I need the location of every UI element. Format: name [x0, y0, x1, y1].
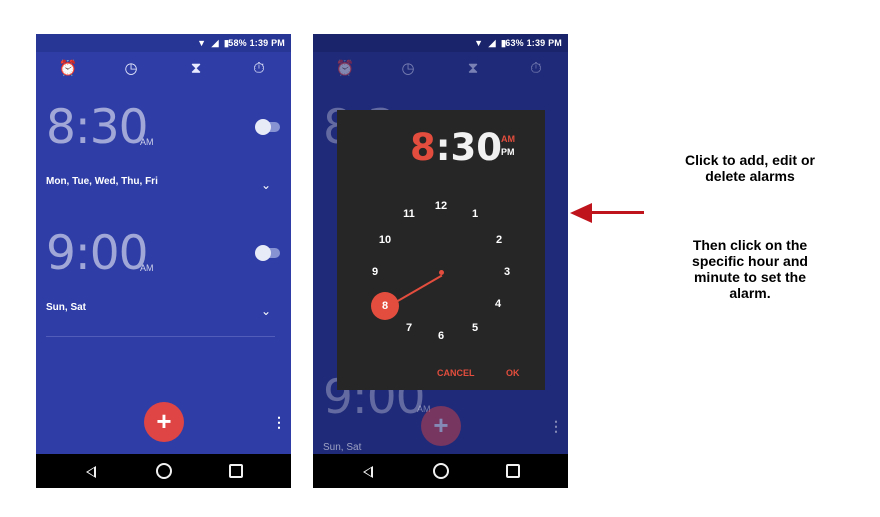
dial-number-3[interactable]: 3: [497, 266, 517, 278]
divider: [46, 336, 275, 337]
alarm-days-1: Mon, Tue, Wed, Thu, Fri: [46, 176, 158, 187]
am-toggle[interactable]: AM: [501, 134, 515, 144]
stopwatch-icon[interactable]: ⏱: [247, 58, 271, 80]
cancel-button[interactable]: CANCEL: [437, 368, 475, 378]
annotation-line: minute to set the: [693, 269, 806, 285]
chevron-down-icon[interactable]: ⌄: [261, 178, 271, 192]
annotation-line: specific hour and: [692, 253, 808, 269]
dial-number-11[interactable]: 11: [399, 208, 419, 220]
phone-screen-time-picker: ▼ ◢ ▮ 63% 1:39 PM ⏰ ◷ ⧗ ⏱ 8:3 9:00 AM Su…: [313, 34, 568, 488]
red-arrow-line: [588, 211, 644, 214]
hourglass-icon: ⧗: [467, 60, 479, 77]
navigation-bar: [36, 454, 291, 488]
annotation-add-edit: Click to add, edit or delete alarms: [662, 152, 838, 184]
alarm-clock-icon: ⏰: [335, 60, 355, 77]
annotation-set-time: Then click on the specific hour and minu…: [662, 237, 838, 301]
clock-dial[interactable]: 12 1 2 3 4 5 6 7 8 9 10 11: [341, 186, 541, 350]
signal-icon: ◢: [488, 38, 496, 48]
tab-bar: ⏰ ◷ ⧗ ⏱: [36, 52, 291, 86]
dial-number-5[interactable]: 5: [465, 322, 485, 334]
signal-icon: ◢: [211, 38, 219, 48]
dial-number-7[interactable]: 7: [399, 322, 419, 334]
dial-number-1[interactable]: 1: [465, 208, 485, 220]
recent-apps-icon[interactable]: [506, 464, 520, 478]
dial-number-2[interactable]: 2: [489, 234, 509, 246]
clock-icon: ◷: [401, 60, 415, 77]
picker-hour[interactable]: 8: [410, 126, 436, 169]
alarm-toggle-2[interactable]: [255, 245, 280, 261]
picker-time-display: 8:30: [410, 126, 502, 169]
recent-apps-icon[interactable]: [229, 464, 243, 478]
alarm-time-2[interactable]: 9:00: [46, 226, 149, 281]
dial-number-4[interactable]: 4: [488, 298, 508, 310]
clock-hand-center: [439, 270, 444, 275]
status-icons: ▼ ◢ ▮: [471, 38, 506, 49]
back-icon[interactable]: [363, 466, 373, 478]
alarm-ampm-1: AM: [140, 137, 154, 147]
time-picker-dialog: 8:30 AM PM 12 1 2 3 4 5 6 7 8 9 10 11 CA…: [337, 110, 545, 390]
annotation-line: delete alarms: [705, 168, 795, 184]
status-text: 63% 1:39 PM: [505, 38, 562, 48]
hourglass-icon[interactable]: ⧗: [184, 58, 208, 80]
status-bar: ▼ ◢ ▮ 58% 1:39 PM: [36, 34, 291, 52]
alarm-clock-icon[interactable]: ⏰: [56, 58, 80, 80]
dial-number-6[interactable]: 6: [431, 330, 451, 342]
pm-toggle[interactable]: PM: [501, 147, 515, 157]
navigation-bar: [313, 454, 568, 488]
status-icons: ▼ ◢ ▮: [194, 38, 229, 49]
background-alarm-days: Sun, Sat: [323, 442, 362, 453]
alarm-toggle-1[interactable]: [255, 119, 280, 135]
overflow-menu-icon[interactable]: ⋮: [272, 414, 286, 431]
alarm-ampm-2: AM: [140, 263, 154, 273]
dial-number-9[interactable]: 9: [365, 266, 385, 278]
dial-number-8-selected[interactable]: 8: [371, 292, 399, 320]
wifi-icon: ▼: [474, 38, 484, 48]
dial-number-12[interactable]: 12: [431, 200, 451, 212]
alarm-time-1[interactable]: 8:30: [46, 100, 149, 155]
annotation-line: Then click on the: [692, 237, 808, 253]
phone-screen-alarm-list: ▼ ◢ ▮ 58% 1:39 PM ⏰ ◷ ⧗ ⏱ 8:30 AM Mon, T…: [36, 34, 291, 488]
dial-number-10[interactable]: 10: [375, 234, 395, 246]
home-icon[interactable]: [156, 463, 172, 479]
back-icon[interactable]: [86, 466, 96, 478]
ok-button[interactable]: OK: [506, 368, 520, 378]
chevron-down-icon[interactable]: ⌄: [261, 304, 271, 318]
stopwatch-icon: ⏱: [530, 60, 542, 77]
add-alarm-button: +: [421, 406, 461, 446]
overflow-menu-icon: ⋮: [549, 418, 563, 434]
status-text: 58% 1:39 PM: [228, 38, 285, 48]
home-icon[interactable]: [433, 463, 449, 479]
annotation-line: alarm.: [729, 285, 771, 301]
add-alarm-button[interactable]: +: [144, 402, 184, 442]
annotation-line: Click to add, edit or: [685, 152, 815, 168]
clock-hand: [395, 274, 443, 303]
alarm-days-2: Sun, Sat: [46, 302, 87, 313]
picker-minutes[interactable]: :30: [436, 126, 502, 169]
clock-icon[interactable]: ◷: [119, 58, 143, 80]
tab-bar: ⏰ ◷ ⧗ ⏱: [313, 52, 568, 86]
status-bar: ▼ ◢ ▮ 63% 1:39 PM: [313, 34, 568, 52]
wifi-icon: ▼: [197, 38, 207, 48]
